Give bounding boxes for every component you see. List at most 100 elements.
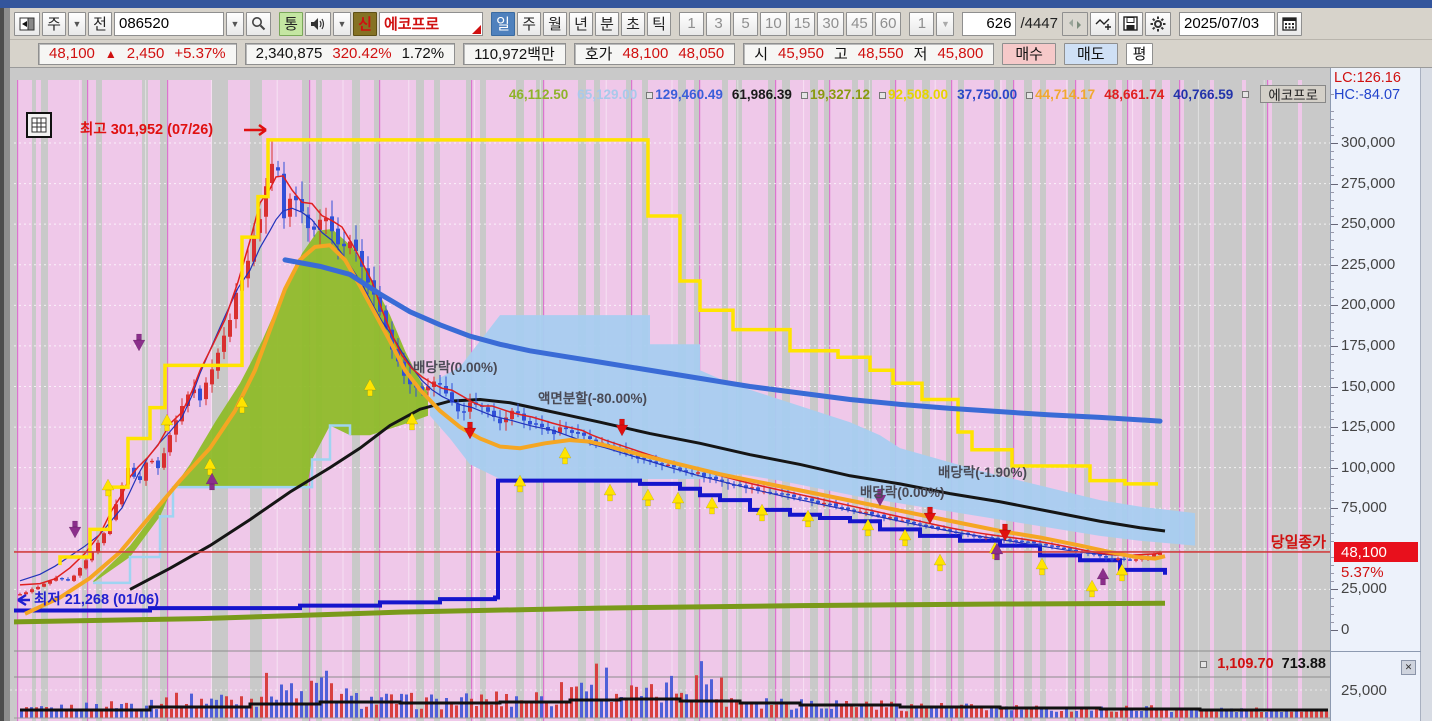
period-tab-group: 일주월년분초틱 — [491, 11, 671, 36]
turnover-pct: 1.72% — [401, 45, 445, 62]
stock-name-field[interactable]: 에코프로 — [379, 11, 483, 36]
compare-arrows-icon[interactable] — [1061, 11, 1088, 36]
period-tab-월[interactable]: 월 — [543, 11, 567, 36]
stock-name-chip: 에코프로 — [1260, 85, 1326, 103]
save-icon[interactable] — [1117, 11, 1143, 36]
legend-item: 61,986.39 — [731, 86, 792, 102]
legend-item: 48,661.74 — [1104, 86, 1165, 102]
legend-item: 65,129.00 — [577, 86, 638, 102]
period-tab-분[interactable]: 분 — [595, 11, 619, 36]
legend-square-icon — [1242, 90, 1250, 98]
period-tab-년[interactable]: 년 — [569, 11, 593, 36]
minute-button-60[interactable]: 60 — [874, 11, 902, 36]
prev-stock-button[interactable]: 전 — [88, 11, 112, 36]
period-tab-일[interactable]: 일 — [491, 11, 515, 36]
volume-ratio: 320.42% — [332, 45, 392, 62]
sell-button[interactable]: 매도 — [1063, 42, 1118, 65]
stock-code-input[interactable]: 086520 — [114, 11, 224, 36]
search-icon[interactable] — [246, 11, 271, 36]
interval-value[interactable]: 1 — [909, 11, 935, 36]
quote-bar: 48,100 ▲ 2,450 +5.37% 2,340,875 320.42% … — [10, 40, 1432, 68]
minute-button-5[interactable]: 5 — [733, 11, 758, 36]
minute-button-10[interactable]: 10 — [760, 11, 787, 36]
minute-button-1[interactable]: 1 — [679, 11, 704, 36]
avg-button[interactable]: 평 — [1125, 42, 1154, 65]
open-price: 45,950 — [778, 45, 824, 62]
legend-square-icon — [1200, 660, 1208, 668]
date-input[interactable]: 2025/07/03 — [1178, 11, 1275, 36]
svg-text:최저 21,268 (01/06): 최저 21,268 (01/06) — [34, 590, 159, 608]
speaker-dropdown-icon[interactable]: ▼ — [333, 11, 351, 36]
axis-tick-label: 175,000 — [1341, 336, 1396, 354]
panel-divider — [1331, 651, 1421, 652]
tong-button[interactable]: 통 — [279, 11, 303, 36]
svg-text:배당락(-1.90%): 배당락(-1.90%) — [938, 464, 1027, 480]
chart-toolbar: 주 ▼ 전 086520 ▼ 통 ▼ 신 에코프로 일주월년분초틱 1 3 5 10 1… — [10, 8, 1432, 40]
indicator-legend: 46,112.50 65,129.00 129,460.49 61,986.39 19,… — [330, 85, 1326, 103]
interval-dropdown-icon[interactable]: ▼ — [936, 11, 955, 36]
window-titlebar — [0, 0, 1432, 8]
grid-tool-icon[interactable] — [26, 112, 52, 138]
axis-tick-label: 100,000 — [1341, 458, 1396, 476]
svg-text:액면분할(-80.00%): 액면분할(-80.00%) — [538, 390, 647, 406]
period-tab-초[interactable]: 초 — [621, 11, 645, 36]
trendline-icon[interactable] — [1089, 11, 1116, 36]
stock-chart-canvas[interactable]: 최고 301,952 (07/26) 최저 21,268 (01/06) 배당락(0… — [0, 68, 1432, 721]
legend-square-icon — [1026, 91, 1034, 99]
low-label: 저 — [913, 46, 928, 63]
subpanel-legend: 1,109.70 713.88 — [1000, 654, 1326, 674]
chart-window: 주 ▼ 전 086520 ▼ 통 ▼ 신 에코프로 일주월년분초틱 1 3 5 10 1… — [0, 0, 1432, 721]
bar-count-input[interactable]: 626 — [962, 11, 1017, 36]
axis-tick-label: 75,000 — [1341, 499, 1387, 517]
vertical-scrollbar[interactable] — [1420, 68, 1432, 721]
buy-button[interactable]: 매수 — [1002, 42, 1056, 65]
minute-button-30[interactable]: 30 — [817, 11, 845, 36]
chart-type-button[interactable]: 주 — [42, 11, 66, 36]
chart-area[interactable]: 최고 301,952 (07/26) 최저 21,268 (01/06) 배당락(0… — [0, 68, 1432, 721]
svg-text:최고 301,952 (07/26): 최고 301,952 (07/26) — [80, 120, 213, 138]
period-tab-틱[interactable]: 틱 — [647, 11, 671, 36]
axis-tick-label: 200,000 — [1341, 296, 1396, 314]
hc-value: HC:-84.07 — [1334, 87, 1401, 103]
settings-gear-icon[interactable] — [1144, 11, 1171, 36]
legend-square-icon — [879, 91, 886, 99]
legend-item: 92,508.00 — [879, 87, 948, 102]
lc-value: LC:126.16 — [1334, 70, 1401, 86]
legend-item: 46,112.50 — [508, 86, 569, 102]
price-axis[interactable]: LC:126.16 HC:-84.07 300,000 275,000 250,00… — [1330, 68, 1421, 721]
subpanel-value-1: 1,109.70 — [1217, 656, 1274, 672]
speaker-icon[interactable] — [305, 11, 331, 36]
minute-button-group: 1 3 5 10 15 30 45 60 — [679, 11, 902, 36]
subpanel-close-icon[interactable]: ✕ — [1401, 660, 1416, 675]
minute-button-15[interactable]: 15 — [788, 11, 816, 36]
subpanel-value-2: 713.88 — [1281, 656, 1326, 672]
shin-button[interactable]: 신 — [353, 11, 377, 36]
current-price-tag: 48,100 — [1334, 542, 1418, 562]
amount-field: 110,972백만 — [463, 42, 566, 65]
minute-button-45[interactable]: 45 — [846, 11, 873, 36]
calendar-icon[interactable] — [1276, 11, 1302, 36]
current-pct-label: 5.37% — [1341, 564, 1384, 581]
hoga-label: 호가 — [584, 46, 613, 63]
subpanel-tick: 25,000 — [1341, 682, 1387, 699]
legend-item: 44,714.17 — [1026, 87, 1095, 102]
panel-toggle-icon[interactable] — [14, 11, 40, 36]
legend-square-icon — [646, 91, 654, 99]
axis-tick-label: 125,000 — [1341, 418, 1396, 436]
trade-amount: 110,972백만 — [474, 46, 555, 63]
high-label: 고 — [833, 46, 848, 63]
volume-value: 2,340,875 — [255, 45, 323, 62]
axis-tick-label: 25,000 — [1341, 580, 1387, 598]
chart-type-dropdown-icon[interactable]: ▼ — [68, 11, 86, 36]
high-price: 48,550 — [857, 45, 904, 62]
axis-tick-label: 150,000 — [1341, 377, 1396, 395]
legend-square-icon — [800, 91, 808, 99]
axis-tick-label: 300,000 — [1341, 134, 1396, 151]
code-dropdown-icon[interactable]: ▼ — [226, 11, 244, 36]
axis-tick-label: 225,000 — [1341, 255, 1396, 273]
legend-item: 129,460.49 — [646, 87, 723, 102]
minute-button-3[interactable]: 3 — [706, 11, 731, 36]
ohl-field: 시 45,950 고 48,550 저 45,800 — [743, 42, 995, 65]
period-tab-주[interactable]: 주 — [517, 11, 541, 36]
price-change: 2,450 — [126, 45, 165, 62]
